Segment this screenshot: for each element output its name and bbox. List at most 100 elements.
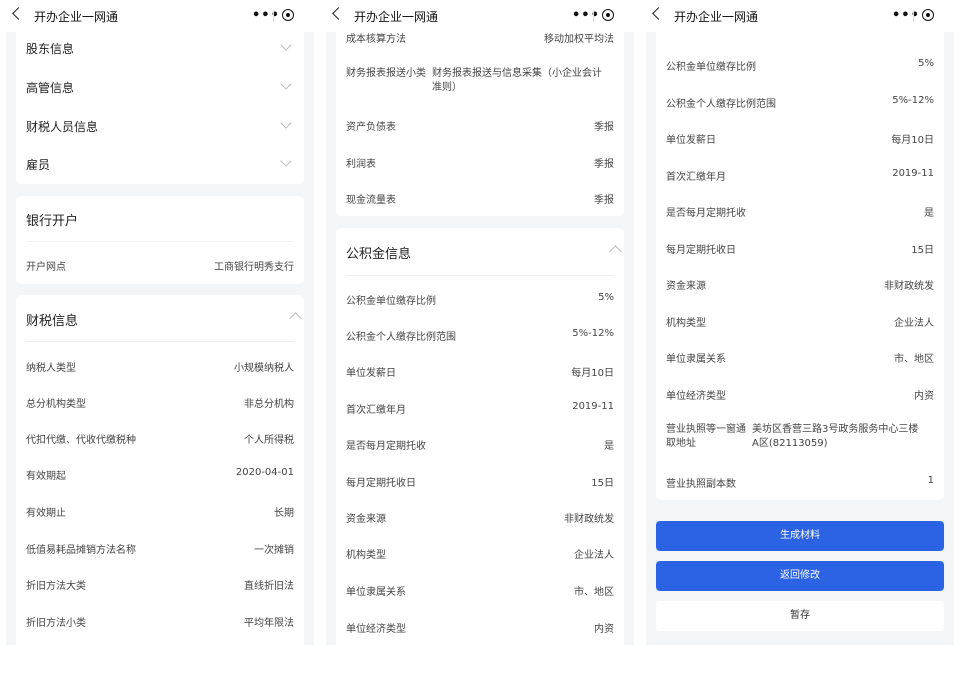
capsule-menu: ••• bbox=[562, 6, 624, 26]
row-value: 内资 bbox=[594, 624, 614, 635]
row-label: 公积金单位缴存比例 bbox=[666, 62, 756, 73]
collapse-item-shareholders[interactable]: 股东信息 bbox=[26, 39, 294, 57]
row-label: 机构类型 bbox=[666, 318, 706, 329]
screen-panel-3: 开办企业一网通 ••• 公积金单位缴存比例 5% 公积金个人缴存比例范围 5%-12… bbox=[646, 0, 954, 645]
row-value: 15日 bbox=[911, 245, 934, 256]
more-dots-icon[interactable]: ••• bbox=[572, 8, 600, 23]
row-label: 每月定期托收日 bbox=[346, 478, 416, 489]
back-arrow-icon[interactable] bbox=[332, 7, 345, 20]
nav-title: 开办企业一网通 bbox=[34, 10, 119, 24]
back-arrow-icon[interactable] bbox=[12, 7, 25, 20]
row-label: 现金流量表 bbox=[346, 195, 396, 206]
row-label: 资金来源 bbox=[666, 281, 706, 292]
collapse-item-executives[interactable]: 高管信息 bbox=[26, 78, 294, 96]
row-value: 一次摊销 bbox=[254, 545, 294, 556]
capsule-divider bbox=[593, 10, 594, 22]
row-value: 直线折旧法 bbox=[244, 581, 294, 592]
row-value: 2019-11 bbox=[892, 168, 934, 179]
row-label: 公积金个人缴存比例范围 bbox=[346, 332, 456, 343]
row-label: 营业执照副本数 bbox=[666, 479, 736, 490]
row-value: 移动加权平均法 bbox=[544, 34, 614, 45]
row-label: 是否每月定期托收 bbox=[346, 441, 426, 452]
chevron-up-icon[interactable] bbox=[289, 312, 302, 325]
row-value: 内资 bbox=[914, 391, 934, 402]
section-title-fund: 公积金信息 bbox=[346, 247, 412, 262]
nav-title: 开办企业一网通 bbox=[674, 10, 759, 24]
row-value: 市、地区 bbox=[894, 354, 934, 365]
row-label: 有效期起 bbox=[26, 471, 66, 482]
collapse-item-label: 股东信息 bbox=[26, 42, 75, 56]
row-label: 单位隶属关系 bbox=[346, 587, 406, 598]
row-value: 季报 bbox=[594, 122, 614, 133]
row-label: 折旧方法大类 bbox=[26, 581, 86, 592]
row-value: 每月10日 bbox=[571, 368, 614, 379]
collapse-item-label: 财税人员信息 bbox=[26, 120, 99, 134]
chevron-down-icon bbox=[280, 155, 292, 167]
divider bbox=[346, 275, 614, 276]
row-value: 15日 bbox=[591, 478, 614, 489]
screen-panel-2: 开办企业一网通 ••• 成本核算方法 移动加权平均法 财务报表报送小类 财务报表报送… bbox=[326, 0, 634, 645]
row-label: 总分机构类型 bbox=[26, 399, 86, 410]
row-label: 单位经济类型 bbox=[666, 391, 726, 402]
more-dots-icon[interactable]: ••• bbox=[252, 8, 280, 23]
capsule-menu: ••• bbox=[882, 6, 944, 26]
row-label: 公积金单位缴存比例 bbox=[346, 296, 436, 307]
collapse-item-finance-staff[interactable]: 财税人员信息 bbox=[26, 117, 294, 135]
row-label: 是否每月定期托收 bbox=[666, 208, 746, 219]
capsule-close-icon[interactable] bbox=[922, 9, 934, 21]
nav-bar: 开办企业一网通 ••• bbox=[326, 0, 634, 32]
row-label: 首次汇缴年月 bbox=[666, 172, 726, 183]
capsule-divider bbox=[273, 10, 274, 22]
chevron-down-icon bbox=[280, 117, 292, 129]
housing-fund-card-continued: 公积金单位缴存比例 5% 公积金个人缴存比例范围 5%-12% 单位发薪日 每月10日… bbox=[656, 0, 944, 500]
row-value: 非财政统发 bbox=[884, 281, 934, 292]
row-value: 长期 bbox=[274, 508, 294, 519]
divider bbox=[26, 341, 294, 342]
row-label: 财务报表报送小类 bbox=[346, 68, 426, 79]
row-label: 公积金个人缴存比例范围 bbox=[666, 99, 776, 110]
row-label: 成本核算方法 bbox=[346, 34, 406, 45]
capsule-close-icon[interactable] bbox=[282, 9, 294, 21]
row-label: 资产负债表 bbox=[346, 122, 396, 133]
row-label: 利润表 bbox=[346, 159, 376, 170]
row-value: 企业法人 bbox=[574, 550, 614, 561]
row-label: 资金来源 bbox=[346, 514, 386, 525]
section-title-tax: 财税信息 bbox=[26, 314, 79, 329]
capsule-close-icon[interactable] bbox=[602, 9, 614, 21]
row-label: 低值易耗品摊销方法名称 bbox=[26, 545, 136, 556]
row-value: 企业法人 bbox=[894, 318, 934, 329]
capsule-divider bbox=[913, 10, 914, 22]
row-value: 1 bbox=[927, 475, 934, 486]
row-value: 个人所得税 bbox=[244, 435, 294, 446]
save-draft-button[interactable]: 暂存 bbox=[656, 601, 944, 631]
collapse-item-label: 雇员 bbox=[26, 158, 51, 172]
row-label: 代扣代缴、代收代缴税种 bbox=[26, 435, 136, 446]
row-value: 季报 bbox=[594, 159, 614, 170]
row-value: 5% bbox=[598, 292, 614, 303]
collapse-item-employees[interactable]: 雇员 bbox=[26, 155, 294, 173]
nav-bar: 开办企业一网通 ••• bbox=[646, 0, 954, 32]
row-label: 每月定期托收日 bbox=[666, 245, 736, 256]
row-value: 2019-11 bbox=[572, 401, 614, 412]
generate-materials-button[interactable]: 生成材料 bbox=[656, 521, 944, 551]
section-title-bank: 银行开户 bbox=[26, 214, 79, 229]
back-arrow-icon[interactable] bbox=[652, 7, 665, 20]
row-label: 单位经济类型 bbox=[346, 624, 406, 635]
chevron-down-icon bbox=[280, 78, 292, 90]
row-value: 2020-04-01 bbox=[235, 467, 294, 478]
row-value: 财务报表报送与信息采集（小企业会计准则） bbox=[432, 68, 602, 93]
row-value: 每月10日 bbox=[891, 135, 934, 146]
bank-account-card: 银行开户 开户网点 工商银行明秀支行 bbox=[16, 196, 304, 284]
chevron-down-icon bbox=[280, 39, 292, 51]
row-value: 市、地区 bbox=[574, 587, 614, 598]
chevron-up-icon[interactable] bbox=[609, 245, 622, 258]
housing-fund-card: 公积金信息 公积金单位缴存比例 5% 公积金个人缴存比例范围 5%-12% 单位发薪… bbox=[336, 228, 624, 645]
more-dots-icon[interactable]: ••• bbox=[892, 8, 920, 23]
financial-report-card: 成本核算方法 移动加权平均法 财务报表报送小类 财务报表报送与信息采集（小企业会计准… bbox=[336, 0, 624, 216]
row-value: 5%-12% bbox=[572, 328, 614, 339]
back-edit-button[interactable]: 返回修改 bbox=[656, 561, 944, 591]
row-value: 平均年限法 bbox=[244, 618, 294, 629]
nav-title: 开办企业一网通 bbox=[354, 10, 439, 24]
row-value: 非财政统发 bbox=[564, 514, 614, 525]
row-value: 工商银行明秀支行 bbox=[214, 262, 294, 273]
